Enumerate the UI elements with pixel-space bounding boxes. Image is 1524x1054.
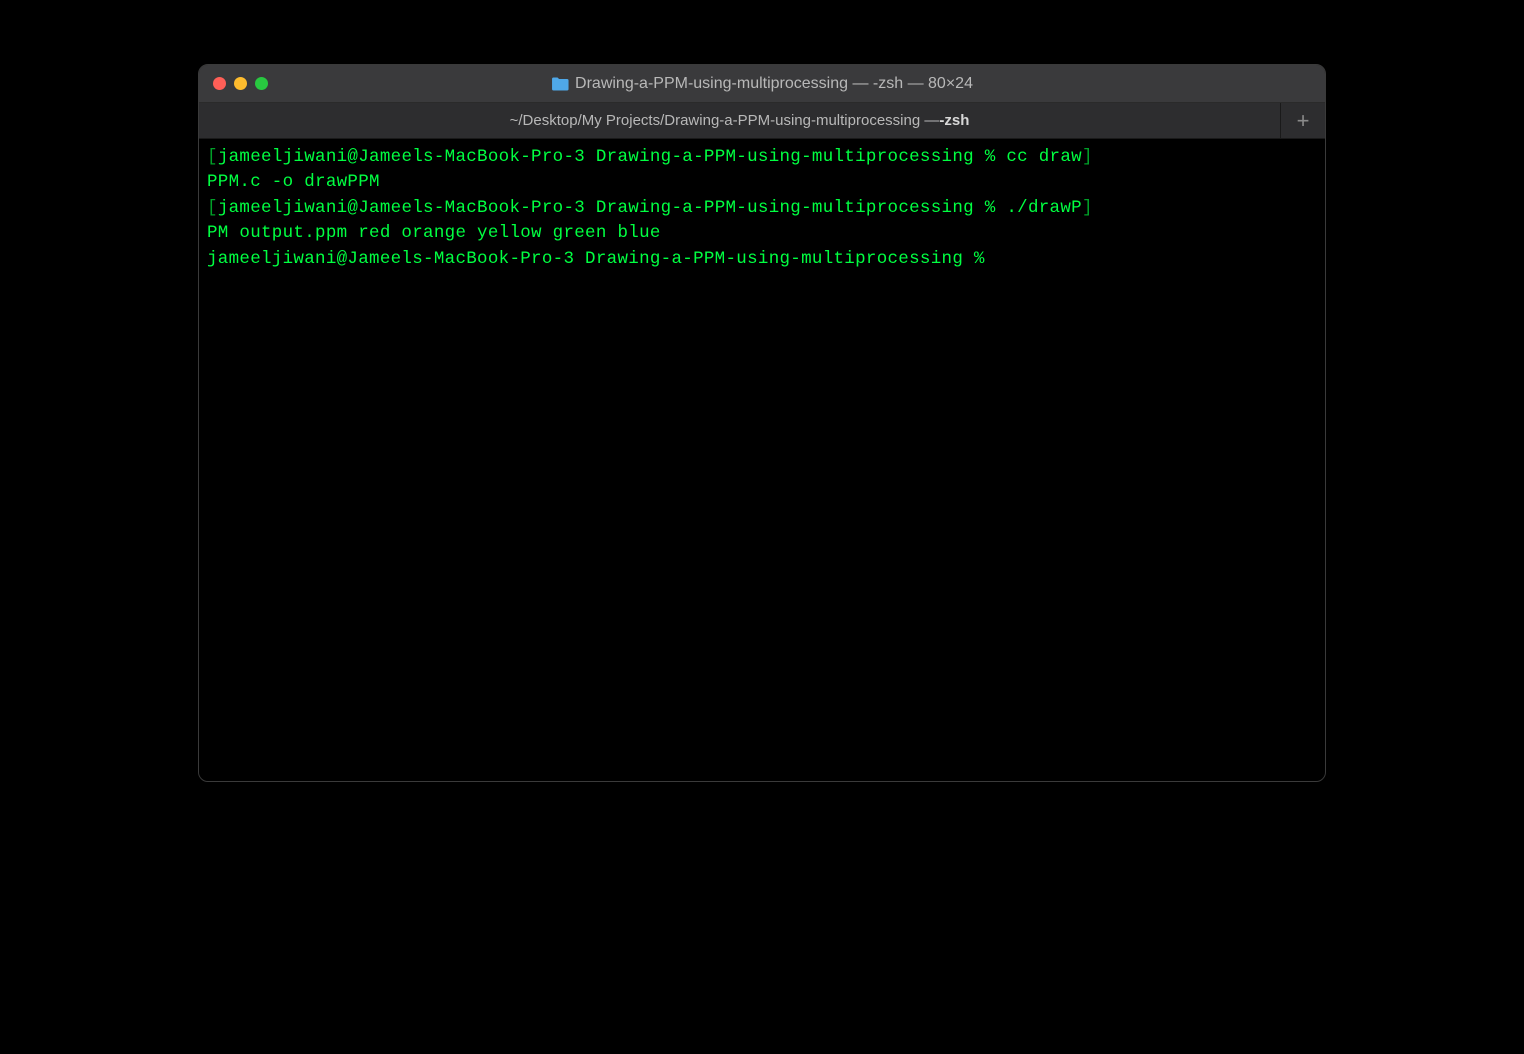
zoom-button[interactable] bbox=[255, 77, 268, 90]
terminal-window: Drawing-a-PPM-using-multiprocessing — -z… bbox=[198, 64, 1326, 782]
window-title-text: Drawing-a-PPM-using-multiprocessing — -z… bbox=[575, 75, 973, 93]
tab-bar: ~/Desktop/My Projects/Drawing-a-PPM-usin… bbox=[199, 103, 1325, 139]
terminal-line: jameeljiwani@Jameels-MacBook-Pro-3 Drawi… bbox=[207, 247, 1317, 272]
close-button[interactable] bbox=[213, 77, 226, 90]
minimize-button[interactable] bbox=[234, 77, 247, 90]
terminal-line: [jameeljiwani@Jameels-MacBook-Pro-3 Draw… bbox=[207, 196, 1317, 221]
terminal-body[interactable]: [jameeljiwani@Jameels-MacBook-Pro-3 Draw… bbox=[199, 139, 1325, 781]
title-bar[interactable]: Drawing-a-PPM-using-multiprocessing — -z… bbox=[199, 65, 1325, 103]
tab-path: ~/Desktop/My Projects/Drawing-a-PPM-usin… bbox=[510, 112, 940, 129]
folder-icon bbox=[551, 77, 569, 91]
terminal-line: [jameeljiwani@Jameels-MacBook-Pro-3 Draw… bbox=[207, 145, 1317, 170]
tab-shell: -zsh bbox=[939, 112, 969, 129]
traffic-lights bbox=[213, 77, 268, 90]
terminal-line: PM output.ppm red orange yellow green bl… bbox=[207, 221, 1317, 246]
window-title: Drawing-a-PPM-using-multiprocessing — -z… bbox=[551, 75, 973, 93]
terminal-line: PPM.c -o drawPPM bbox=[207, 170, 1317, 195]
new-tab-button[interactable]: + bbox=[1281, 103, 1325, 138]
plus-icon: + bbox=[1297, 108, 1310, 134]
tab-active[interactable]: ~/Desktop/My Projects/Drawing-a-PPM-usin… bbox=[199, 103, 1281, 138]
